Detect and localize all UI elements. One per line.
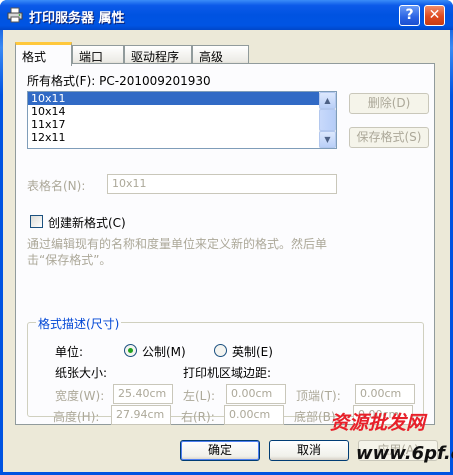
print-server-properties-window: 打印服务器 属性 ? ✕ 格式 端口 驱动程序 高级 所有格式(F): PC-2… bbox=[0, 0, 453, 475]
ok-button[interactable]: 确定 bbox=[180, 440, 260, 461]
right-margin-input[interactable]: 0.00cm bbox=[224, 405, 284, 425]
title-bar[interactable]: 打印服务器 属性 ? ✕ bbox=[0, 0, 453, 30]
tab-forms[interactable]: 格式 bbox=[15, 42, 72, 66]
height-input[interactable]: 27.94cm bbox=[111, 405, 171, 425]
window-title: 打印服务器 属性 bbox=[29, 11, 125, 26]
tab-advanced[interactable]: 高级 bbox=[192, 45, 249, 65]
dialog-client: 格式 端口 驱动程序 高级 所有格式(F): PC-201009201930 1… bbox=[3, 30, 450, 472]
tab-drivers[interactable]: 驱动程序 bbox=[124, 45, 192, 65]
height-row: 高度(H): 27.94cm 右(R): 0.00cm 底部(B): 0.00c… bbox=[15, 63, 435, 425]
printer-icon bbox=[7, 7, 23, 23]
help-button[interactable]: ? bbox=[399, 5, 420, 26]
height-label: 高度(H): bbox=[53, 410, 100, 424]
watermark-url: www.6pf.cn bbox=[356, 443, 453, 464]
right-margin-label: 右(R): bbox=[181, 410, 215, 424]
close-button[interactable]: ✕ bbox=[424, 5, 445, 26]
tab-ports[interactable]: 端口 bbox=[72, 45, 124, 65]
